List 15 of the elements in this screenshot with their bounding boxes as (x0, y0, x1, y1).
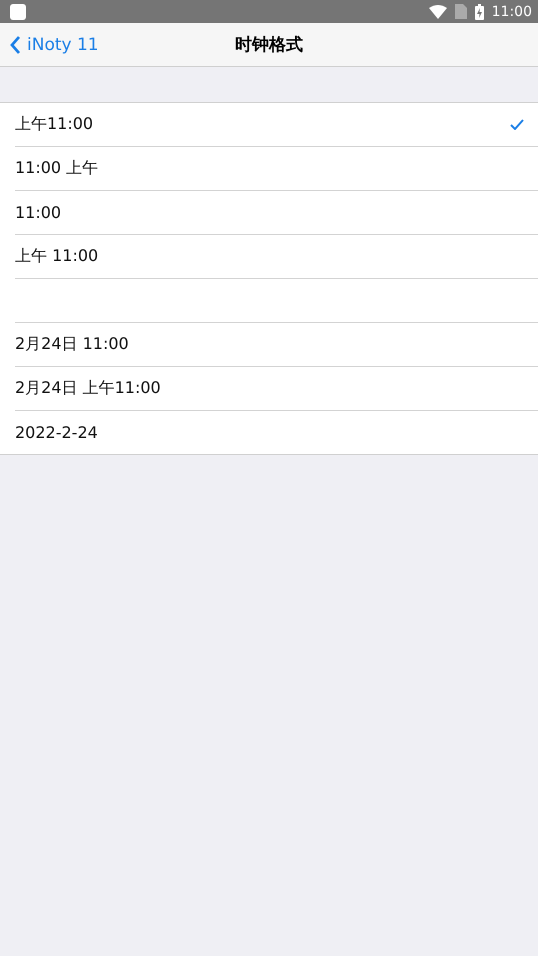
back-chevron-icon (9, 34, 21, 54)
format-option[interactable]: 2022-2-24 (15, 411, 538, 454)
page-title: 时钟格式 (235, 34, 303, 56)
format-option[interactable]: 上午 11:00 (15, 235, 538, 279)
notification-icon (10, 4, 26, 20)
back-link[interactable]: iNoty 11 (0, 34, 99, 54)
format-option[interactable]: 2月24日 11:00 (15, 323, 538, 367)
format-option[interactable]: 11:00 上午 (15, 147, 538, 191)
battery-icon (474, 4, 484, 20)
format-option[interactable]: 11:00 (15, 191, 538, 235)
clock-time: 11:00 (492, 4, 532, 20)
format-option[interactable]: 2月24日 上午11:00 (15, 367, 538, 411)
wifi-icon (428, 4, 447, 18)
no-sim-icon (454, 4, 467, 19)
format-option[interactable]: 上午11:00 (15, 103, 538, 147)
